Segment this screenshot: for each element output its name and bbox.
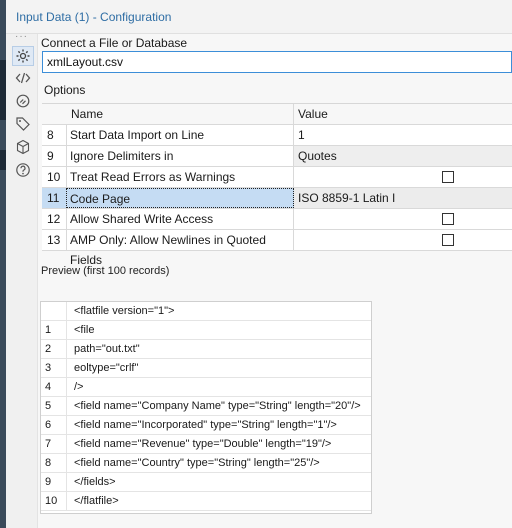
name-column-header: Name bbox=[66, 104, 294, 124]
preview-row: 5 <field name="Company Name" type="String… bbox=[41, 397, 371, 416]
preview-row: 2 path="out.txt" bbox=[41, 340, 371, 359]
connect-label: Connect a File or Database bbox=[41, 36, 188, 50]
file-path-input[interactable] bbox=[42, 51, 512, 73]
metadata-tab-button[interactable] bbox=[12, 137, 34, 157]
configuration-tab-button[interactable] bbox=[12, 46, 34, 66]
tool-strip: ··· bbox=[6, 31, 38, 528]
value-column-header: Value bbox=[298, 107, 328, 121]
code-icon bbox=[15, 72, 31, 84]
start-line-field[interactable]: 1 bbox=[294, 125, 512, 145]
shared-write-checkbox[interactable] bbox=[442, 213, 454, 225]
option-row-code-page[interactable]: 11 Code Page ISO 8859-1 Latin I bbox=[42, 188, 512, 209]
cube-icon bbox=[16, 139, 30, 155]
option-row-ignore-delimiters[interactable]: 9 Ignore Delimiters in Quotes bbox=[42, 146, 512, 167]
read-errors-checkbox[interactable] bbox=[442, 171, 454, 183]
preview-row: 3 eoltype="crlf" bbox=[41, 359, 371, 378]
options-header-row: Name Value bbox=[42, 104, 512, 125]
preview-table: <flatfile version="1"> 1 <file 2 path="out… bbox=[40, 301, 372, 514]
preview-row: 1 <file bbox=[41, 321, 371, 340]
gear-icon bbox=[16, 49, 30, 63]
preview-row: <flatfile version="1"> bbox=[41, 302, 371, 321]
ignore-delimiters-select[interactable]: Quotes bbox=[294, 146, 512, 166]
window-title: Input Data (1) - Configuration bbox=[16, 10, 172, 24]
preview-row: 10 </flatfile> bbox=[41, 492, 371, 511]
connection-icon bbox=[16, 94, 30, 108]
options-label: Options bbox=[44, 83, 86, 97]
option-row-start-line[interactable]: 8 Start Data Import on Line 1 bbox=[42, 125, 512, 146]
preview-row: 8 <field name="Country" type="String" len… bbox=[41, 454, 371, 473]
configuration-panel: Connect a File or Database Options Name … bbox=[38, 34, 512, 528]
preview-row: 6 <field name="Incorporated" type="String… bbox=[41, 416, 371, 435]
help-tab-button[interactable] bbox=[12, 160, 34, 180]
preview-label: Preview (first 100 records) bbox=[41, 265, 170, 277]
preview-row: 7 <field name="Revenue" type="Double" len… bbox=[41, 435, 371, 454]
preview-row: 9 </fields> bbox=[41, 473, 371, 492]
options-grid: Name Value 8 Start Data Import on Line 1… bbox=[42, 103, 512, 267]
help-icon bbox=[16, 163, 30, 177]
option-row-amp-newlines[interactable]: 13 AMP Only: Allow Newlines in Quoted Fi… bbox=[42, 230, 512, 267]
tag-icon bbox=[16, 117, 30, 131]
title-bar: Input Data (1) - Configuration bbox=[6, 0, 512, 34]
drag-handle-icon[interactable]: ··· bbox=[15, 31, 28, 42]
option-row-shared-write[interactable]: 12 Allow Shared Write Access bbox=[42, 209, 512, 230]
preview-row: 4/> bbox=[41, 378, 371, 397]
connection-tab-button[interactable] bbox=[12, 91, 34, 111]
xml-tab-button[interactable] bbox=[12, 68, 34, 88]
amp-newlines-checkbox[interactable] bbox=[442, 234, 454, 246]
code-page-select[interactable]: ISO 8859-1 Latin I bbox=[294, 188, 512, 208]
annotation-tab-button[interactable] bbox=[12, 114, 34, 134]
option-row-read-errors[interactable]: 10 Treat Read Errors as Warnings bbox=[42, 167, 512, 188]
